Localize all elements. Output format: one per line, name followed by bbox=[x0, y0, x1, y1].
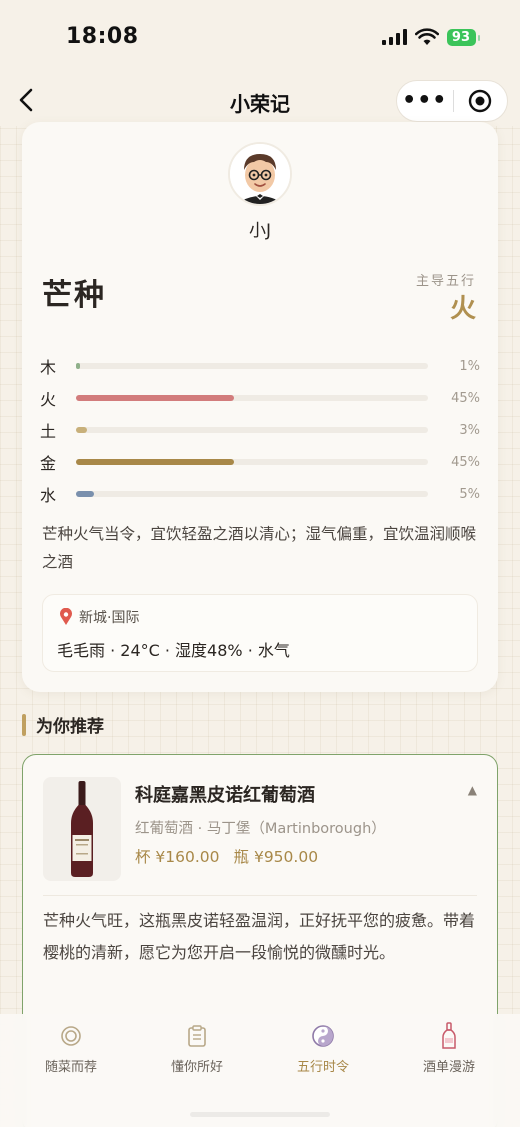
price-glass: 杯 ¥160.00 bbox=[135, 848, 220, 866]
element-bar-track bbox=[76, 363, 428, 369]
clipboard-icon bbox=[188, 1025, 206, 1047]
more-button[interactable]: ••• bbox=[397, 81, 453, 121]
element-row: 土 3% bbox=[40, 414, 480, 446]
element-row: 木 1% bbox=[40, 350, 480, 382]
tab-five-elements[interactable]: 五行时令 bbox=[258, 1022, 388, 1075]
user-name: 小J bbox=[248, 221, 271, 241]
element-bar-fill bbox=[76, 363, 80, 369]
element-percent: 45% bbox=[451, 454, 480, 470]
weather-box: 新城·国际 毛毛雨 · 24°C · 湿度48% · 水气 bbox=[42, 594, 478, 672]
status-indicators: 93 bbox=[381, 28, 481, 46]
element-percent: 5% bbox=[459, 486, 480, 502]
tab-label: 懂你所好 bbox=[170, 1060, 223, 1075]
tab-wine-list[interactable]: 酒单漫游 bbox=[384, 1022, 514, 1075]
element-bar-track bbox=[76, 395, 428, 401]
dominant-element-value: 火 bbox=[449, 294, 476, 324]
recommend-section-heading: 为你推荐 bbox=[22, 712, 104, 737]
element-row: 金 45% bbox=[40, 446, 480, 478]
section-accent-bar bbox=[22, 713, 26, 736]
target-icon bbox=[469, 89, 492, 113]
element-bar-fill bbox=[76, 459, 235, 465]
tab-label: 随菜而荐 bbox=[44, 1060, 97, 1075]
dominant-element-label: 主导五行 bbox=[415, 274, 476, 289]
dish-icon bbox=[61, 1026, 81, 1046]
element-name: 土 bbox=[40, 422, 57, 441]
five-elements-bars: 木 1% 火 45% 土 3% 金 45% 水 5% bbox=[40, 350, 480, 510]
close-mini-program-button[interactable] bbox=[453, 89, 507, 113]
bottom-tab-bar: 随菜而荐 懂你所好 五行时令 酒单漫游 bbox=[0, 1014, 520, 1127]
wine-image bbox=[43, 777, 121, 881]
collapse-triangle-icon[interactable]: ▲ bbox=[468, 783, 477, 797]
element-bar-track bbox=[76, 491, 428, 497]
element-name: 木 bbox=[40, 358, 57, 377]
element-bar-track bbox=[76, 427, 428, 433]
nav-bar: 小荣记 ••• bbox=[0, 78, 520, 126]
element-percent: 1% bbox=[459, 358, 480, 374]
element-percent: 3% bbox=[459, 422, 480, 438]
recommend-section-title: 为你推荐 bbox=[36, 717, 104, 737]
element-name: 金 bbox=[40, 454, 57, 473]
home-indicator[interactable] bbox=[190, 1112, 330, 1117]
tab-label: 酒单漫游 bbox=[422, 1060, 475, 1075]
element-row: 火 45% bbox=[40, 382, 480, 414]
element-percent: 45% bbox=[451, 390, 480, 406]
recommendation-text: 芒种火气旺，这瓶黑皮诺轻盈温润，正好抚平您的疲惫。带着樱桃的清新，愿它为您开启一… bbox=[43, 911, 476, 962]
weather-summary: 毛毛雨 · 24°C · 湿度48% · 水气 bbox=[57, 641, 290, 660]
element-row: 水 5% bbox=[40, 478, 480, 510]
wine-bottle-image-icon bbox=[71, 781, 93, 877]
tab-dish-pairing[interactable]: 随菜而荐 bbox=[6, 1022, 136, 1075]
wine-name: 科庭嘉黑皮诺红葡萄酒 bbox=[135, 785, 315, 806]
element-bar-fill bbox=[76, 395, 235, 401]
wifi-icon bbox=[414, 28, 439, 45]
element-name: 水 bbox=[40, 486, 57, 505]
five-elements-card: 小J 芒种 主导五行 火 木 1% 火 45% 土 3% 金 45% 水 5% 芒种火气当令，宜饮… bbox=[22, 122, 498, 692]
tab-label: 五行时令 bbox=[296, 1060, 349, 1075]
location-row: 新城·国际 bbox=[59, 607, 139, 627]
element-bar-fill bbox=[76, 427, 87, 433]
avatar[interactable] bbox=[228, 142, 292, 206]
solar-term-name: 芒种 bbox=[42, 278, 106, 313]
status-time: 18:08 bbox=[66, 24, 139, 49]
wine-meta: 红葡萄酒 · 马丁堡（Martinborough） bbox=[135, 821, 386, 837]
mini-program-capsule: ••• bbox=[396, 80, 508, 122]
wine-price-row: 杯 ¥160.00 瓶 ¥950.00 bbox=[135, 845, 318, 867]
element-bar-fill bbox=[76, 491, 94, 497]
battery-icon: 93 bbox=[446, 28, 481, 46]
element-bar-track bbox=[76, 459, 428, 465]
cellular-signal-icon bbox=[381, 29, 407, 45]
element-name: 火 bbox=[40, 390, 57, 409]
cartoon-avatar-icon bbox=[230, 144, 290, 204]
price-bottle: 瓶 ¥950.00 bbox=[233, 848, 319, 866]
location-text: 新城·国际 bbox=[79, 610, 140, 626]
status-bar: 18:08 93 bbox=[0, 0, 520, 78]
wine-bottle-icon bbox=[442, 1022, 456, 1049]
card-divider bbox=[43, 895, 477, 896]
tab-preferences[interactable]: 懂你所好 bbox=[132, 1022, 262, 1075]
location-pin-icon bbox=[60, 608, 72, 625]
solar-term-advice: 芒种火气当令，宜饮轻盈之酒以清心；湿气偏重，宜饮温润顺喉之酒 bbox=[42, 525, 477, 571]
yin-yang-icon bbox=[312, 1025, 334, 1047]
